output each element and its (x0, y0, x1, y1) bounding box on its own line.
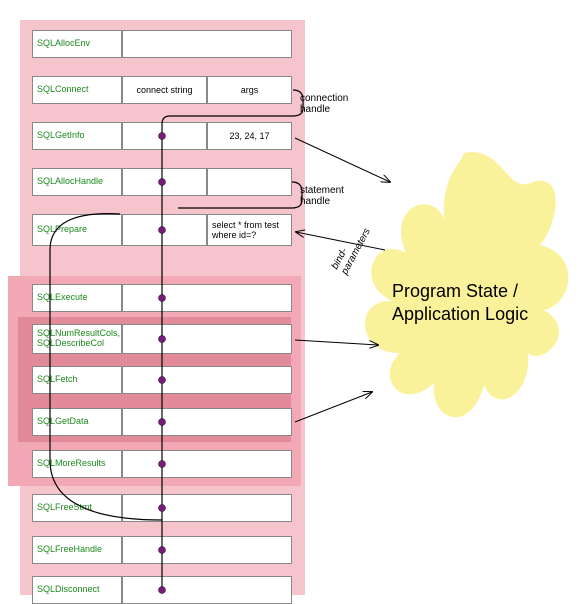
arg-cell: select * from test where id=? (207, 214, 292, 246)
row-sqlmoreresults: SQLMoreResults (32, 450, 292, 478)
fn-label: SQLAllocEnv (32, 30, 122, 58)
program-state-label: Program State / Application Logic (392, 280, 572, 325)
arg-cell (122, 284, 292, 312)
arg-cell (122, 494, 292, 522)
arg-cell (122, 324, 292, 354)
row-sqlgetdata: SQLGetData (32, 408, 292, 436)
arg-cell (122, 536, 292, 564)
row-sqlconnect: SQLConnect connect string args (32, 76, 292, 104)
row-sqlfreehandle: SQLFreeHandle (32, 536, 292, 564)
arg-cell (207, 168, 292, 196)
row-sqlprepare: SQLPrepare select * from test where id=? (32, 214, 292, 246)
row-sqlnumresultcols: SQLNumResultCols, SQLDescribeCol (32, 324, 292, 354)
arg-cell: 23, 24, 17 (207, 122, 292, 150)
fn-label: SQLGetData (32, 408, 122, 436)
row-sqlgetinfo: SQLGetInfo 23, 24, 17 (32, 122, 292, 150)
row-sqlfetch: SQLFetch (32, 366, 292, 394)
arg-cell (122, 122, 207, 150)
label-connection-handle: connection handle (300, 93, 348, 115)
fn-label: SQLGetInfo (32, 122, 122, 150)
fn-label: SQLFreeHandle (32, 536, 122, 564)
arg-cell (122, 408, 292, 436)
row-sqlexecute: SQLExecute (32, 284, 292, 312)
fn-label: SQLExecute (32, 284, 122, 312)
row-sqlallocenv: SQLAllocEnv (32, 30, 292, 58)
fn-label: SQLAllocHandle (32, 168, 122, 196)
arg-cell (122, 214, 207, 246)
arg-cell (122, 450, 292, 478)
arg-cell (122, 30, 292, 58)
arg-cell: args (207, 76, 292, 104)
fn-label: SQLNumResultCols, SQLDescribeCol (32, 324, 122, 354)
fn-label: SQLConnect (32, 76, 122, 104)
row-sqlallochandle: SQLAllocHandle (32, 168, 292, 196)
label-statement-handle: statement handle (300, 185, 344, 207)
fn-label: SQLFreeStmt (32, 494, 122, 522)
fn-label: SQLPrepare (32, 214, 122, 246)
arg-cell: connect string (122, 76, 207, 104)
fn-label: SQLMoreResults (32, 450, 122, 478)
fn-label: SQLFetch (32, 366, 122, 394)
arg-cell (122, 366, 292, 394)
row-sqlfreestmt: SQLFreeStmt (32, 494, 292, 522)
arg-cell (122, 168, 207, 196)
